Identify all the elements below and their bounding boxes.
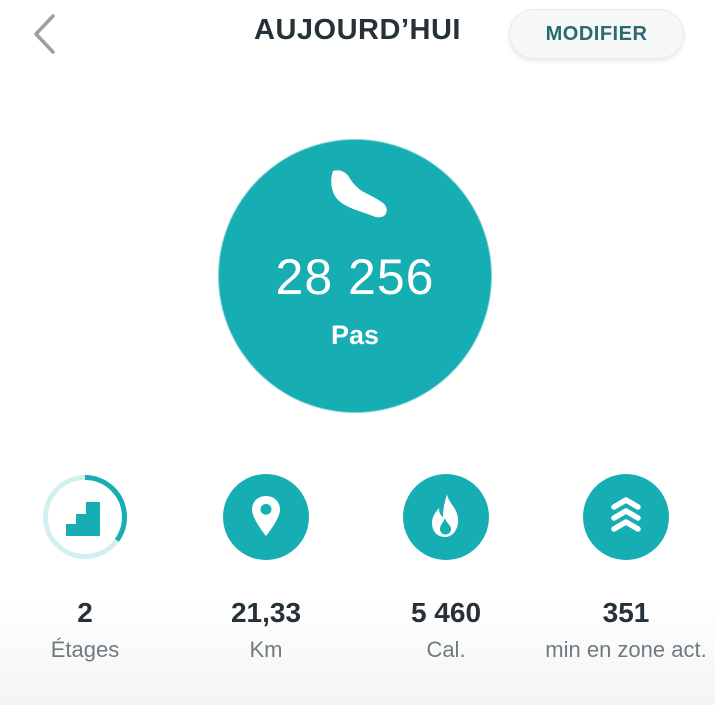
chevron-left-icon — [34, 14, 55, 54]
active-zone-badge — [583, 474, 669, 560]
calories-badge — [403, 474, 489, 560]
active-zone-label: min en zone act. — [545, 637, 707, 662]
stat-distance[interactable]: 21,33 Km — [176, 472, 356, 702]
edit-button[interactable]: MODIFIER — [509, 9, 684, 59]
stairs-icon — [66, 502, 100, 536]
back-button[interactable] — [22, 10, 66, 58]
distance-value: 21,33 — [230, 597, 302, 628]
distance-label: Km — [249, 637, 283, 662]
stat-active-zone-minutes[interactable]: 351 min en zone act. — [536, 472, 715, 702]
steps-label: Pas — [330, 320, 380, 350]
today-screen: AUJOURD’HUI MODIFIER 28 256 Pas 2 Étages… — [0, 0, 715, 705]
top-bar: AUJOURD’HUI MODIFIER — [0, 0, 715, 70]
calories-label: Cal. — [426, 637, 466, 662]
distance-badge — [223, 474, 309, 560]
steps-ring[interactable]: 28 256 Pas — [219, 140, 491, 412]
steps-value: 28 256 — [275, 249, 435, 305]
floors-progress-ring — [43, 475, 127, 559]
floors-value: 2 — [77, 597, 93, 628]
stat-calories[interactable]: 5 460 Cal. — [356, 472, 536, 702]
calories-value: 5 460 — [410, 597, 482, 628]
shoe-icon — [331, 170, 387, 218]
active-zone-value: 351 — [602, 597, 650, 628]
floors-label: Étages — [50, 637, 120, 662]
stat-floors[interactable]: 2 Étages — [0, 472, 175, 702]
